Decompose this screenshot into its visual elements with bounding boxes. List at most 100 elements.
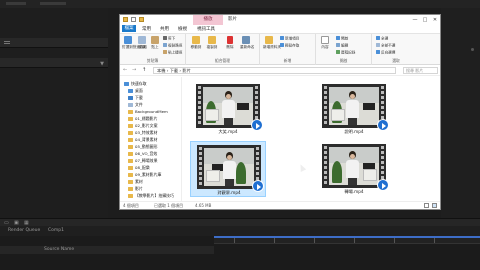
- file-name: 對觀眾.mp4: [217, 190, 241, 195]
- pin-button[interactable]: 釘選到快速存取: [122, 36, 147, 50]
- group-clipboard: 釘選到快速存取 複製 貼上 剪下 複製路徑 貼上捷徑 剪貼簿: [120, 34, 186, 65]
- properties-icon[interactable]: [131, 17, 136, 22]
- close-button[interactable]: ✕: [430, 15, 440, 25]
- nav-item[interactable]: 文件: [128, 102, 143, 108]
- select-none-icon: [376, 43, 380, 47]
- video-frame: [204, 148, 254, 186]
- move-to-button[interactable]: 移動到: [190, 36, 202, 50]
- details-view-icon[interactable]: [424, 203, 429, 208]
- file-item[interactable]: 大笑.mp4: [190, 81, 266, 137]
- delete-icon: [227, 36, 233, 44]
- forward-button[interactable]: →: [132, 67, 136, 73]
- easy-access-button[interactable]: 輕鬆存取: [280, 43, 299, 48]
- video-frame: [329, 147, 379, 185]
- up-button[interactable]: ↑: [142, 67, 146, 73]
- new-item-button[interactable]: 新增項目: [280, 36, 299, 41]
- chevron-down-icon[interactable]: ▼: [100, 61, 104, 67]
- group-label: 剪貼簿: [146, 58, 159, 63]
- nav-item-label: 桌面: [135, 88, 143, 93]
- file-item[interactable]: 說明.mp4: [316, 81, 392, 137]
- minimize-button[interactable]: —: [410, 15, 420, 25]
- nav-item[interactable]: 桌面: [128, 88, 143, 94]
- nav-item[interactable]: 08_配樂: [128, 165, 150, 171]
- nav-item-label: 影片: [135, 186, 143, 191]
- nav-item[interactable]: 下載: [128, 95, 143, 101]
- work-area-bar[interactable]: [214, 236, 480, 238]
- file-item[interactable]: 轉場.mp4: [316, 141, 392, 197]
- file-item[interactable]: 對觀眾.mp4: [190, 141, 266, 197]
- nav-item[interactable]: BackgroundMem: [128, 109, 168, 115]
- search-input[interactable]: 搜尋 影片: [403, 67, 438, 74]
- context-tab-play[interactable]: 播放: [193, 15, 223, 25]
- host-tab[interactable]: [40, 2, 66, 5]
- video-thumbnail: [196, 84, 263, 131]
- edit-button[interactable]: 編輯: [336, 43, 348, 48]
- item-count: 4 個項目: [123, 203, 139, 208]
- title-bar[interactable]: 播放 影片 — □ ✕: [120, 15, 440, 25]
- group-label: 選取: [392, 58, 400, 63]
- grip-icon[interactable]: [4, 41, 10, 44]
- properties-button[interactable]: 內容: [319, 36, 331, 50]
- new-folder-icon[interactable]: [139, 17, 144, 22]
- folder-icon: [128, 172, 133, 177]
- nav-item[interactable]: 影片: [128, 186, 143, 192]
- copy-to-button[interactable]: 複製到: [206, 36, 218, 50]
- nav-item-label: 05_動態圖形: [135, 144, 158, 149]
- nav-item[interactable]: 02_影片文案: [128, 123, 157, 129]
- selection-size: 4.65 MB: [195, 203, 212, 208]
- invert-selection-button[interactable]: 反向選擇: [376, 50, 395, 55]
- tab-render-queue[interactable]: Render Queue: [8, 228, 40, 233]
- nav-item-label: 07_轉場效果: [135, 158, 158, 163]
- tab-share[interactable]: 共用: [160, 26, 169, 33]
- tab-comp[interactable]: Comp1: [48, 228, 64, 233]
- open-button[interactable]: 開啟: [336, 36, 348, 41]
- address-bar[interactable]: 本機 › 下載 › 影片: [153, 67, 396, 74]
- cut-button[interactable]: 剪下: [163, 36, 175, 41]
- group-new: 新增資料夾 新增項目 輕鬆存取 新增: [260, 34, 316, 65]
- copy-button[interactable]: 複製: [136, 36, 148, 50]
- tab-view[interactable]: 檢視: [178, 26, 187, 33]
- folder-icon: [128, 116, 133, 121]
- nav-item[interactable]: 05_動態圖形: [128, 144, 157, 150]
- nav-item[interactable]: 04_背景素材: [128, 137, 157, 143]
- nav-item-label: 素材: [135, 179, 143, 184]
- nav-item-label: 02_影片文案: [135, 123, 158, 128]
- group-label: 新增: [283, 58, 292, 63]
- video-frame: [203, 87, 253, 125]
- rename-button[interactable]: 重新命名: [240, 36, 254, 50]
- nav-item[interactable]: 快速存取: [124, 81, 147, 87]
- paste-shortcut-button[interactable]: 貼上捷徑: [163, 50, 182, 55]
- nav-item-label: 03_特效素材: [135, 130, 158, 135]
- tab-video-tools[interactable]: 視訊工具: [197, 26, 215, 33]
- back-button[interactable]: ←: [123, 67, 127, 73]
- tab-home[interactable]: 常用: [142, 26, 151, 33]
- delete-button[interactable]: 刪除: [224, 36, 236, 50]
- group-label: 組合管理: [214, 58, 231, 63]
- select-none-button[interactable]: 全部不選: [376, 43, 395, 48]
- history-button[interactable]: 歷程記錄: [336, 50, 355, 55]
- nav-item[interactable]: 07_轉場效果: [128, 158, 157, 164]
- nav-item[interactable]: 06_VO_音效: [128, 151, 157, 157]
- download-icon: [128, 95, 133, 100]
- copy-path-button[interactable]: 複製路徑: [163, 43, 182, 48]
- file-name: 說明.mp4: [344, 129, 364, 134]
- new-folder-icon: [265, 36, 273, 44]
- new-folder-button[interactable]: 新增資料夾: [263, 36, 281, 50]
- nav-item-label: BackgroundMem: [135, 109, 168, 114]
- window-title: 影片: [228, 17, 237, 22]
- tab-file[interactable]: 檔案: [122, 25, 136, 32]
- host-tab[interactable]: [6, 2, 26, 5]
- large-icons-view-icon[interactable]: [432, 203, 437, 208]
- maximize-button[interactable]: □: [420, 15, 430, 25]
- nav-item[interactable]: 01_標題影片: [128, 116, 157, 122]
- layer-header: Source Name: [0, 246, 214, 254]
- nav-item[interactable]: 09_素材影片庫: [128, 172, 161, 178]
- selection-count: 已選取 1 個項目: [154, 203, 184, 208]
- nav-item[interactable]: 03_特效素材: [128, 130, 157, 136]
- select-all-button[interactable]: 全選: [376, 36, 388, 41]
- nav-item[interactable]: 【教學影片】拍攝技巧: [128, 193, 174, 199]
- paste-button[interactable]: 貼上: [149, 36, 161, 50]
- nav-item[interactable]: 素材: [128, 179, 143, 185]
- cut-icon: [163, 36, 167, 40]
- host-panel-header: ▼: [0, 58, 108, 68]
